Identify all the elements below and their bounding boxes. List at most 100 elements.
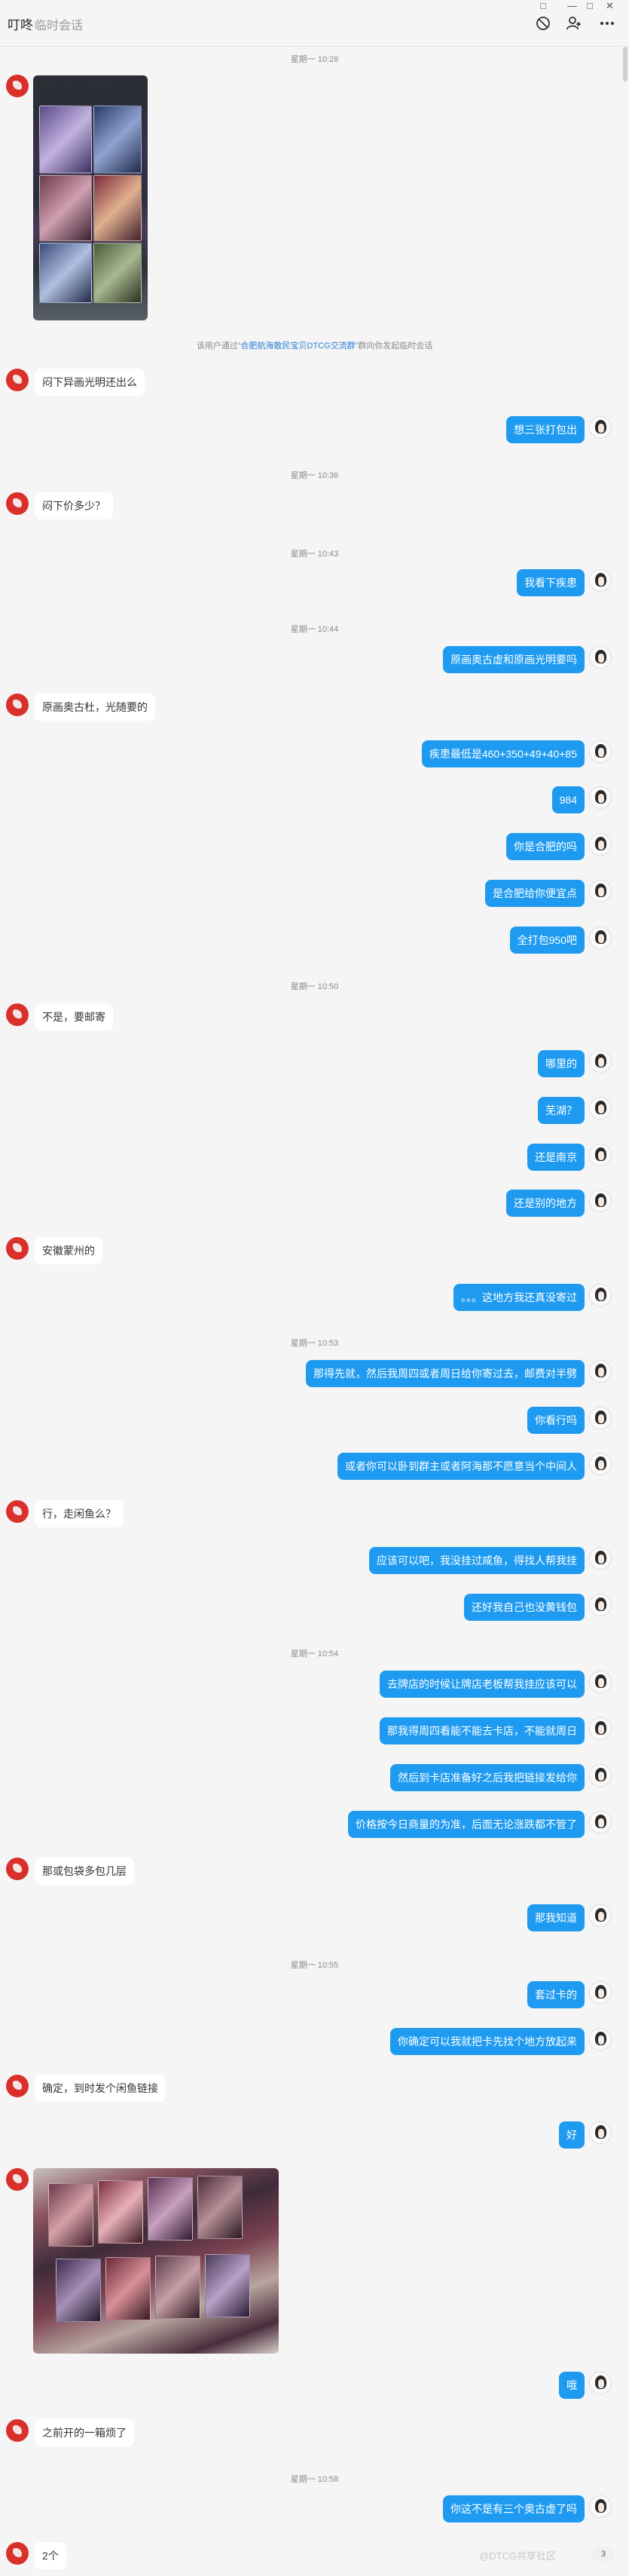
sent-message[interactable]: 去牌店的时候让牌店老板帮我挂应该可以	[380, 1671, 585, 1698]
sent-message[interactable]: 你这不是有三个奥古虚了吗	[443, 2495, 585, 2522]
my-avatar[interactable]	[589, 416, 612, 439]
contact-avatar[interactable]	[6, 1003, 29, 1026]
timestamp: 星期一 10:54	[290, 1649, 339, 1659]
contact-avatar[interactable]	[6, 694, 29, 716]
my-avatar[interactable]	[589, 1981, 612, 2004]
my-avatar[interactable]	[589, 833, 612, 856]
sent-message[interactable]: 哦	[559, 2372, 585, 2399]
my-avatar[interactable]	[589, 2495, 612, 2518]
card-photo[interactable]	[33, 2168, 279, 2354]
timestamp: 星期一 10:55	[290, 1961, 339, 1970]
contact-avatar[interactable]	[6, 1858, 29, 1880]
received-message[interactable]: 不是，要邮寄	[35, 1003, 113, 1031]
window-minimize-button[interactable]: —	[567, 0, 577, 11]
sent-message[interactable]: 原画奥古虚和原画光明要吗	[443, 646, 585, 673]
timestamp: 星期一 10:50	[290, 982, 339, 991]
my-avatar[interactable]	[589, 2028, 612, 2051]
my-avatar[interactable]	[589, 1407, 612, 1429]
sent-message[interactable]: 哪里的	[538, 1050, 585, 1077]
sent-message[interactable]: 那得先就，然后我周四或者周日给你寄过去，邮费对半劈	[306, 1360, 585, 1387]
my-avatar[interactable]	[589, 2121, 612, 2144]
notice-text: ”群向你发起临时会话	[355, 342, 433, 351]
my-avatar[interactable]	[589, 1050, 612, 1073]
contact-avatar[interactable]	[6, 1237, 29, 1260]
more-icon[interactable]	[597, 13, 618, 34]
my-avatar[interactable]	[589, 1594, 612, 1616]
my-avatar[interactable]	[589, 1284, 612, 1306]
my-avatar[interactable]	[589, 1717, 612, 1740]
sent-message[interactable]: 你是合肥的吗	[506, 833, 585, 860]
received-message[interactable]: 之前开的一箱烦了	[35, 2419, 134, 2446]
sent-message[interactable]: 984	[551, 786, 585, 813]
chat-header: 叮咚 临时会话 □ — □ ✕	[0, 0, 629, 47]
my-avatar[interactable]	[589, 569, 612, 592]
sent-message[interactable]: 价格按今日商量的为准，后面无论涨跌都不管了	[348, 1811, 585, 1838]
contact-avatar[interactable]	[6, 2168, 29, 2191]
received-message[interactable]: 闷下异画光明还出么	[35, 369, 145, 396]
my-avatar[interactable]	[589, 1764, 612, 1787]
sent-message[interactable]: 想三张打包出	[506, 416, 585, 443]
block-icon[interactable]	[533, 13, 554, 34]
sent-message[interactable]: 然后到卡店准备好之后我把链接发给你	[390, 1764, 585, 1791]
sent-message[interactable]: 那我得周四看能不能去卡店，不能就周日	[380, 1717, 585, 1744]
timestamp: 星期一 10:44	[290, 625, 339, 634]
my-avatar[interactable]	[589, 1811, 612, 1833]
sent-message[interactable]: 或者你可以卧到群主或者阿海那不愿意当个中间人	[337, 1453, 585, 1480]
my-avatar[interactable]	[589, 1547, 612, 1570]
received-message[interactable]: 闷下价多少？	[35, 492, 113, 519]
received-message[interactable]: 确定，到时发个闲鱼链接	[35, 2075, 166, 2102]
sent-message[interactable]: 那我知道	[527, 1904, 585, 1931]
window-maximize-button[interactable]: □	[587, 0, 593, 11]
sent-message[interactable]: 套过卡的	[527, 1981, 585, 2008]
my-avatar[interactable]	[589, 1360, 612, 1383]
contact-avatar[interactable]	[6, 2419, 29, 2442]
add-friend-icon[interactable]	[563, 13, 585, 34]
my-avatar[interactable]	[589, 2372, 612, 2394]
contact-avatar[interactable]	[6, 2075, 29, 2097]
sent-message[interactable]: 疾患最低是460+350+49+40+85	[421, 740, 585, 767]
received-message[interactable]: 那或包袋多包几层	[35, 1858, 134, 1885]
sent-message[interactable]: 。。。这地方我还真没寄过	[453, 1284, 585, 1311]
sent-message[interactable]: 还是南京	[527, 1144, 585, 1171]
timestamp: 星期一 10:28	[290, 55, 339, 64]
sent-message[interactable]: 还好我自己也没黄钱包	[464, 1594, 585, 1621]
sent-message[interactable]: 我看下疾患	[517, 569, 585, 596]
contact-avatar[interactable]	[6, 75, 29, 97]
my-avatar[interactable]	[589, 880, 612, 902]
card-photo[interactable]	[33, 75, 148, 320]
received-message[interactable]: 原画奥古杜，光随要的	[35, 694, 155, 721]
chat-title: 叮咚	[8, 18, 33, 32]
received-message[interactable]: 行，走闲鱼么？	[35, 1500, 124, 1527]
sent-message[interactable]: 是合肥给你便宜点	[485, 880, 585, 907]
timestamp: 星期一 10:36	[290, 471, 339, 480]
my-avatar[interactable]	[589, 786, 612, 809]
scrollbar[interactable]	[621, 47, 627, 2576]
received-message[interactable]: 安徽蒙州的	[35, 1237, 102, 1264]
unread-badge[interactable]: 3	[592, 2547, 615, 2562]
my-avatar[interactable]	[589, 1097, 612, 1120]
group-link[interactable]: 合肥航海散民宝贝DTCG交流群	[240, 342, 355, 351]
sent-message[interactable]: 你看行吗	[527, 1407, 585, 1434]
contact-avatar[interactable]	[6, 2542, 29, 2565]
contact-avatar[interactable]	[6, 1500, 29, 1523]
sent-message[interactable]: 应该可以吧，我没挂过咸鱼，得找人帮我挂	[369, 1547, 585, 1574]
received-message[interactable]: 2个	[35, 2542, 66, 2569]
my-avatar[interactable]	[589, 1144, 612, 1166]
my-avatar[interactable]	[589, 1904, 612, 1927]
my-avatar[interactable]	[589, 646, 612, 669]
my-avatar[interactable]	[589, 740, 612, 763]
my-avatar[interactable]	[589, 1671, 612, 1693]
my-avatar[interactable]	[589, 927, 612, 949]
sent-message[interactable]: 芜湖？	[538, 1097, 585, 1124]
my-avatar[interactable]	[589, 1190, 612, 1212]
my-avatar[interactable]	[589, 1453, 612, 1475]
sent-message[interactable]: 全打包950吧	[509, 927, 585, 954]
contact-avatar[interactable]	[6, 492, 29, 515]
contact-avatar[interactable]	[6, 369, 29, 391]
window-pin-button[interactable]: □	[540, 0, 546, 11]
sent-message[interactable]: 你确定可以我就把卡先找个地方放起来	[390, 2028, 585, 2055]
watermark: @DTCG共享社区	[479, 2550, 557, 2562]
sent-message[interactable]: 好	[559, 2121, 585, 2149]
window-close-button[interactable]: ✕	[606, 0, 614, 12]
sent-message[interactable]: 还是别的地方	[506, 1190, 585, 1217]
